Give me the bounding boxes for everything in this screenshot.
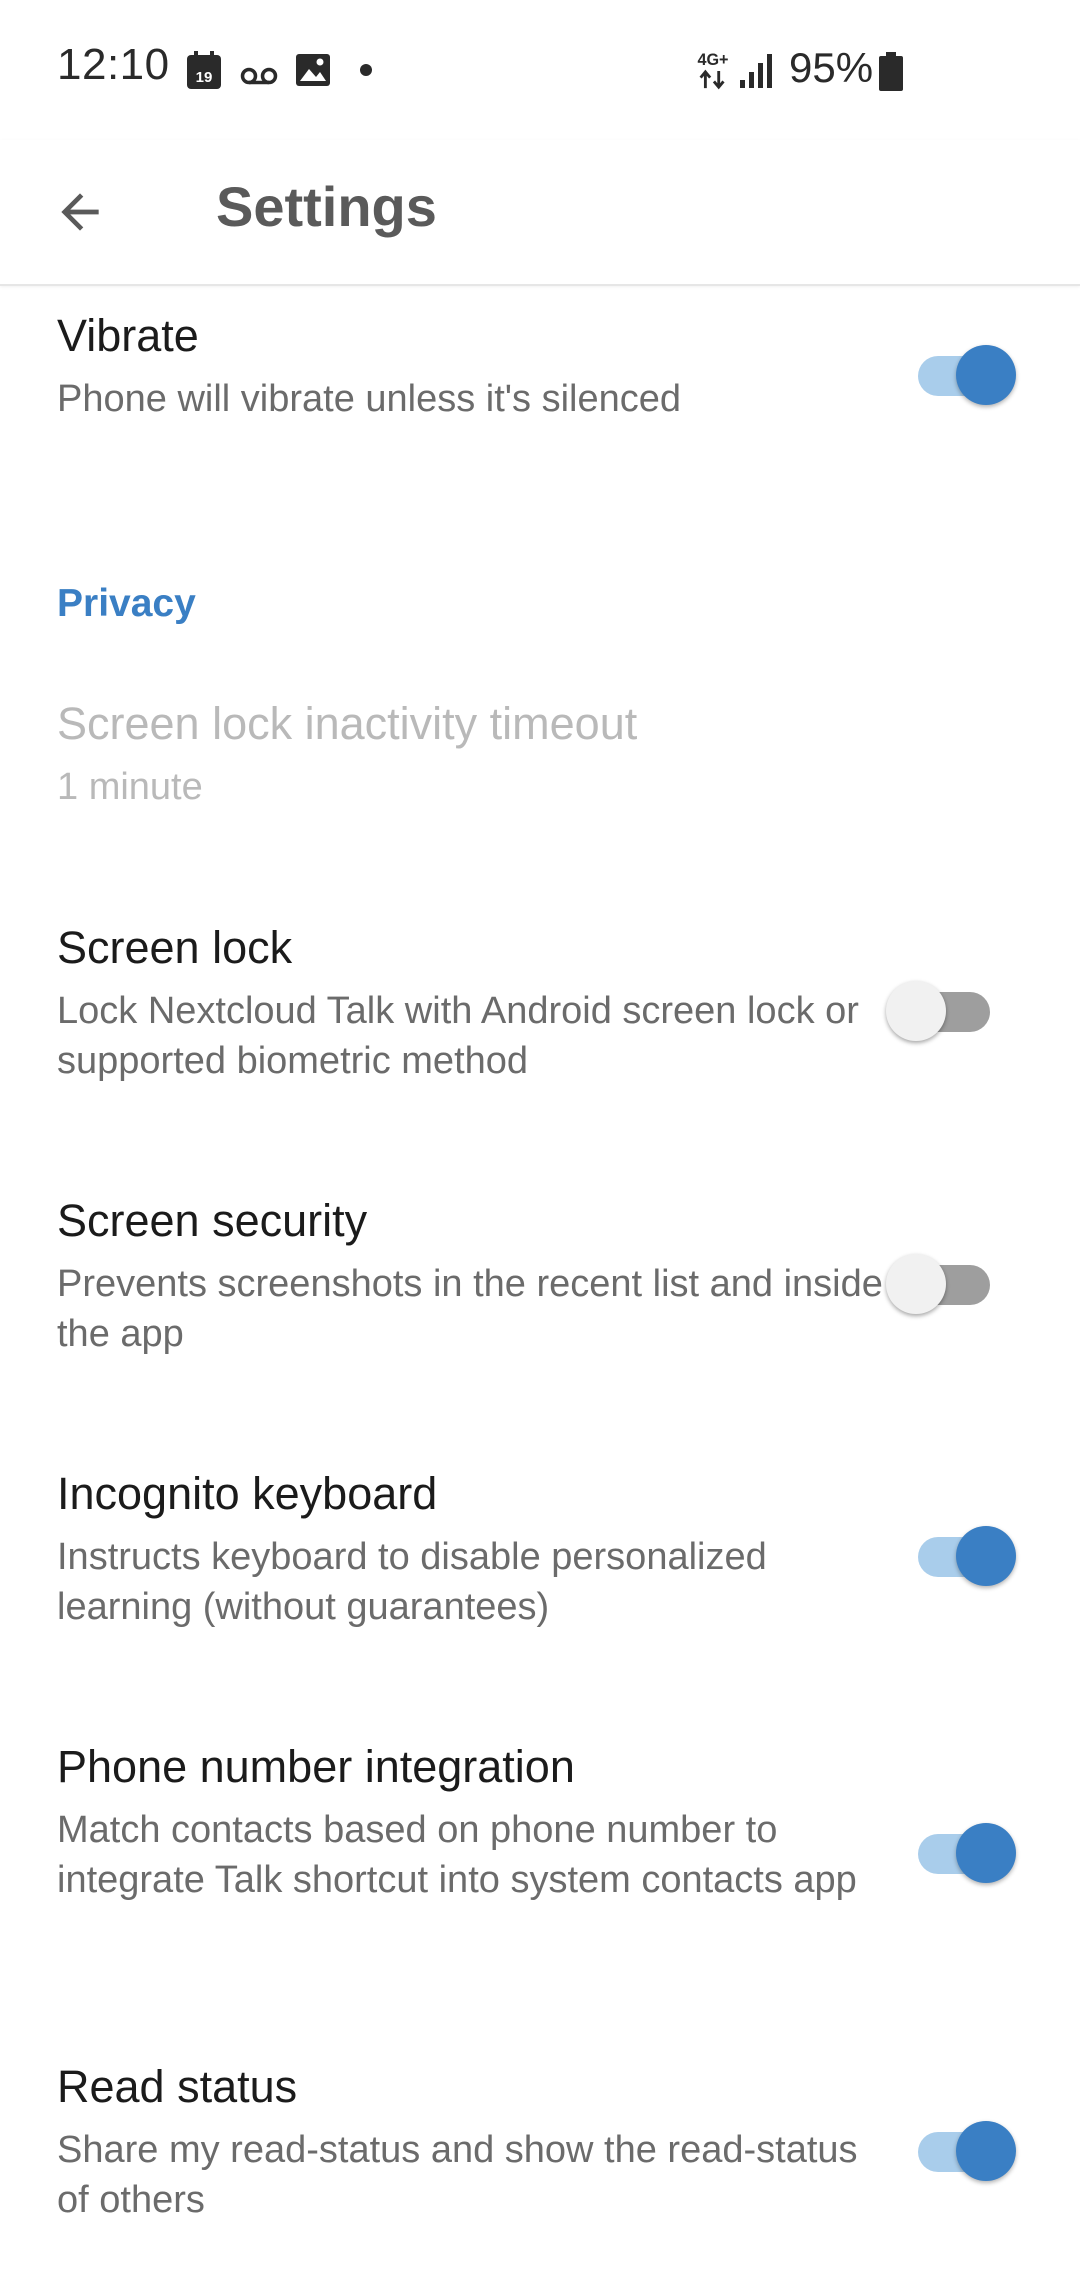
pref-vibrate-summary: Phone will vibrate unless it's silenced [57,378,682,420]
pref-read-status-summary: Share my read-status and show the read-s… [57,2129,858,2221]
switch-thumb [886,1254,946,1314]
screen-security-switch[interactable] [886,1243,1020,1314]
signal-icon [740,54,772,88]
read-status-switch[interactable] [890,2110,1020,2181]
network-4g-icon: 4G+ [697,51,729,90]
switch-thumb [956,345,1016,405]
phone-number-integration-switch[interactable] [890,1812,1020,1883]
screen-lock-switch[interactable] [886,970,1020,1041]
pref-phone-number-integration-summary: Match contacts based on phone number to … [57,1809,857,1901]
vibrate-switch[interactable] [890,334,1020,405]
notification-dot-icon [360,64,372,76]
switch-thumb [956,1823,1016,1883]
pref-screen-security-summary: Prevents screenshots in the recent list … [57,1263,883,1355]
pref-read-status-title: Read status [57,2061,298,2112]
switch-thumb [956,2121,1016,2181]
pref-screen-lock-timeout: Screen lock inactivity timeout 1 minute [57,696,1057,812]
app-bar: Settings [0,140,1080,286]
pref-incognito-keyboard-title: Incognito keyboard [57,1468,438,1519]
status-time: 12:10 [57,40,170,89]
page-title: Settings [216,175,437,238]
switch-thumb [956,1526,1016,1586]
pref-screen-security-title: Screen security [57,1195,368,1246]
pref-screen-lock-summary: Lock Nextcloud Talk with Android screen … [57,990,859,1082]
switch-thumb [886,981,946,1041]
calendar-day: 19 [196,69,213,86]
pref-screen-lock-timeout-summary: 1 minute [57,766,203,808]
back-button[interactable] [40,172,120,252]
settings-screen: 12:10 19 4G+ 95% Settings Vibrate Phone … [0,0,1080,2280]
network-label: 4G+ [697,51,728,69]
pref-screen-lock-title: Screen lock [57,922,293,973]
incognito-keyboard-switch[interactable] [890,1515,1020,1586]
battery-icon [879,52,903,91]
privacy-section-header: Privacy [57,582,196,625]
gallery-icon [296,54,330,86]
arrow-back-icon [61,193,99,231]
pref-screen-lock-timeout-title: Screen lock inactivity timeout [57,698,638,749]
pref-phone-number-integration-title: Phone number integration [57,1741,575,1792]
status-bar: 12:10 19 4G+ 95% [0,0,1080,140]
voicemail-icon [240,67,278,85]
pref-incognito-keyboard-summary: Instructs keyboard to disable personaliz… [57,1536,767,1628]
battery-percent: 95% [789,44,874,91]
calendar-icon: 19 [187,51,221,89]
